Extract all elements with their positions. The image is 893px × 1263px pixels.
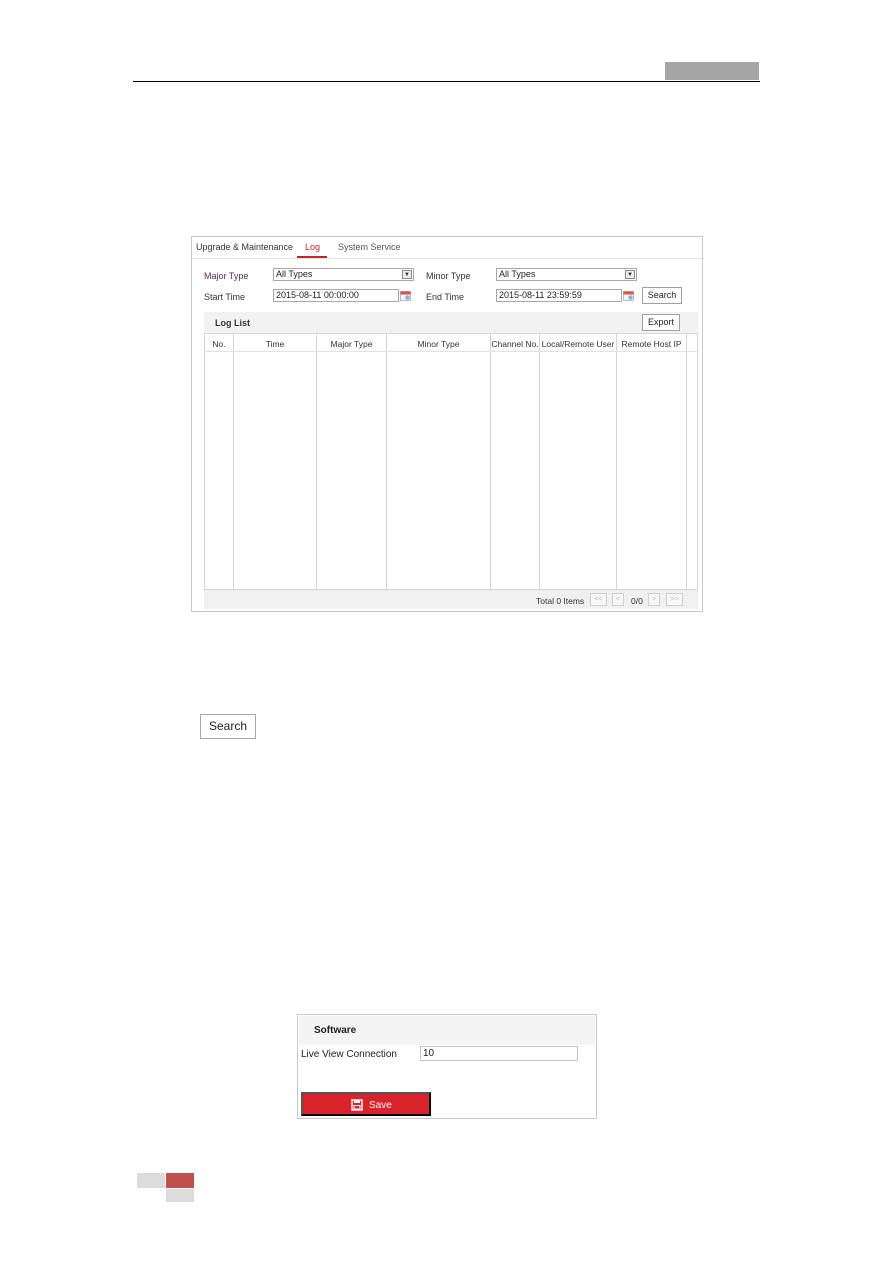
start-time-input[interactable]: 2015-08-11 00:00:00 <box>273 289 399 302</box>
column-header-remote-host-ip[interactable]: Remote Host IP <box>617 339 686 349</box>
log-panel: Upgrade & Maintenance Log System Service… <box>191 236 703 612</box>
log-list: Log List Export No. Time Major Type Mino… <box>204 312 698 609</box>
software-header: Software <box>299 1016 595 1045</box>
column-divider <box>686 334 687 589</box>
tab-upgrade-maintenance[interactable]: Upgrade & Maintenance <box>196 242 293 252</box>
chevron-down-icon[interactable]: ▼ <box>402 270 412 279</box>
tab-system-service[interactable]: System Service <box>338 242 401 252</box>
search-button[interactable]: Search <box>642 287 682 304</box>
footer-block <box>166 1189 194 1202</box>
column-divider <box>490 334 491 589</box>
header-tab-block <box>665 62 759 80</box>
column-header-major-type[interactable]: Major Type <box>317 339 386 349</box>
scrollbar-track[interactable] <box>697 334 698 589</box>
major-type-label: Major Type <box>204 271 249 281</box>
header-rule <box>133 81 760 82</box>
start-time-value: 2015-08-11 00:00:00 <box>276 290 359 300</box>
software-title: Software <box>314 1025 357 1036</box>
column-divider <box>204 334 205 589</box>
live-view-connection-value: 10 <box>423 1048 435 1059</box>
column-divider <box>616 334 617 589</box>
footer-block <box>137 1173 165 1188</box>
log-list-header-bar: Log List Export <box>204 312 698 333</box>
active-tab-indicator <box>297 256 327 258</box>
live-view-connection-input[interactable]: 10 <box>420 1046 578 1061</box>
column-divider <box>316 334 317 589</box>
next-page-button[interactable]: > <box>648 593 660 606</box>
search-button-illustration[interactable]: Search <box>200 714 256 739</box>
column-divider <box>386 334 387 589</box>
tab-bar: Upgrade & Maintenance Log System Service <box>192 237 702 259</box>
column-header-time[interactable]: Time <box>234 339 316 349</box>
column-divider <box>233 334 234 589</box>
prev-page-button[interactable]: < <box>612 593 624 606</box>
last-page-button[interactable]: >> <box>666 593 683 606</box>
save-label: Save <box>369 1100 392 1111</box>
save-icon <box>351 1099 363 1111</box>
column-header-local-remote-user[interactable]: Local/Remote User <box>540 339 616 349</box>
major-type-value: All Types <box>276 269 313 279</box>
log-table: No. Time Major Type Minor Type Channel N… <box>204 333 698 589</box>
software-panel: Software Live View Connection 10 Save <box>297 1014 597 1119</box>
minor-type-select[interactable]: All Types ▼ <box>496 268 637 281</box>
first-page-button[interactable]: << <box>590 593 607 606</box>
major-type-select[interactable]: All Types ▼ <box>273 268 414 281</box>
export-button[interactable]: Export <box>642 314 680 331</box>
total-items: Total 0 Items <box>536 596 585 606</box>
live-view-connection-label: Live View Connection <box>301 1049 397 1060</box>
page-count: 0/0 <box>631 596 643 606</box>
minor-type-label: Minor Type <box>426 271 471 281</box>
minor-type-value: All Types <box>499 269 536 279</box>
column-header-channel-no[interactable]: Channel No. <box>491 339 539 349</box>
start-time-label: Start Time <box>204 292 246 302</box>
column-header-minor-type[interactable]: Minor Type <box>387 339 490 349</box>
calendar-icon[interactable] <box>400 290 411 301</box>
chevron-down-icon[interactable]: ▼ <box>625 270 635 279</box>
end-time-input[interactable]: 2015-08-11 23:59:59 <box>496 289 622 302</box>
save-button[interactable]: Save <box>301 1092 431 1116</box>
pagination-bar: Total 0 Items << < 0/0 > >> <box>204 589 698 609</box>
tab-log[interactable]: Log <box>305 242 320 252</box>
calendar-icon[interactable] <box>623 290 634 301</box>
column-divider <box>539 334 540 589</box>
end-time-label: End Time <box>426 292 465 302</box>
header-divider <box>204 351 698 352</box>
column-header-no[interactable]: No. <box>205 339 233 349</box>
log-list-title: Log List <box>215 318 250 328</box>
footer-page-marker <box>166 1173 194 1188</box>
end-time-value: 2015-08-11 23:59:59 <box>499 290 582 300</box>
